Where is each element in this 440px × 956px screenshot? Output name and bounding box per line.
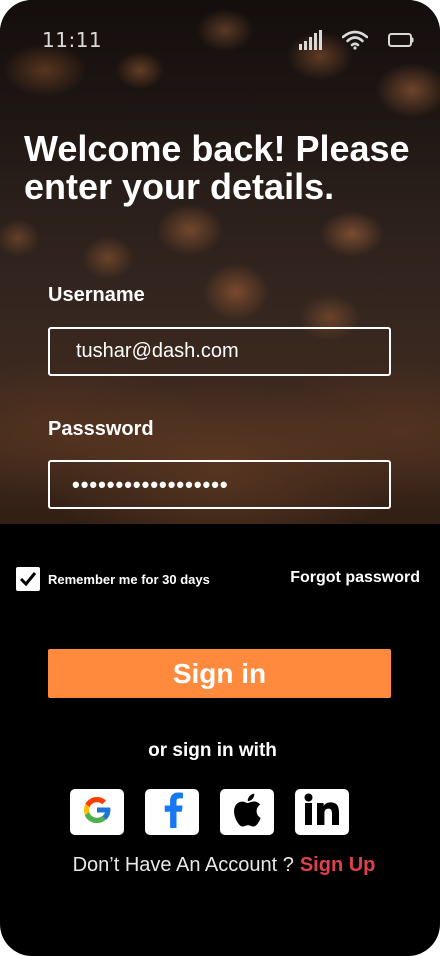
facebook-sign-in-button[interactable]: [145, 789, 199, 835]
sign-up-link[interactable]: Sign Up: [300, 854, 376, 876]
apple-icon: [232, 793, 262, 832]
sign-up-prompt: Don’t Have An Account ?: [72, 854, 294, 876]
status-bar: 11:11: [0, 0, 440, 84]
username-input[interactable]: [50, 329, 389, 374]
forgot-password-link[interactable]: Forgot password: [290, 569, 420, 587]
apple-sign-in-button[interactable]: [220, 789, 274, 835]
social-login-row: [70, 789, 349, 835]
checkmark-icon: [19, 572, 37, 587]
username-label: Username: [48, 284, 145, 306]
phone-screen: 11:11 Welcome back! Please enter your de…: [0, 0, 440, 956]
username-field[interactable]: [48, 327, 391, 376]
wifi-icon: [341, 30, 369, 55]
page-title: Welcome back! Please enter your details.: [24, 128, 410, 207]
remember-me-label: Remember me for 30 days: [48, 571, 210, 587]
social-sign-in-label: or sign in with: [148, 740, 277, 761]
facebook-icon: [156, 791, 188, 834]
sign-in-button[interactable]: Sign in: [48, 649, 391, 698]
remember-me-checkbox[interactable]: [16, 567, 40, 591]
status-time: 11:11: [42, 28, 103, 52]
password-field[interactable]: [48, 460, 391, 509]
password-label: Passsword: [48, 418, 154, 440]
battery-icon: [388, 33, 414, 52]
remember-me-row[interactable]: Remember me for 30 days: [16, 567, 210, 591]
signal-icon: [298, 30, 322, 55]
sign-up-row: Don’t Have An Account ? Sign Up: [0, 854, 440, 877]
google-sign-in-button[interactable]: [70, 789, 124, 835]
linkedin-icon: [302, 792, 342, 833]
status-icons: [298, 30, 414, 55]
google-icon: [80, 793, 114, 832]
linkedin-sign-in-button[interactable]: [295, 789, 349, 835]
password-input[interactable]: [50, 462, 389, 507]
